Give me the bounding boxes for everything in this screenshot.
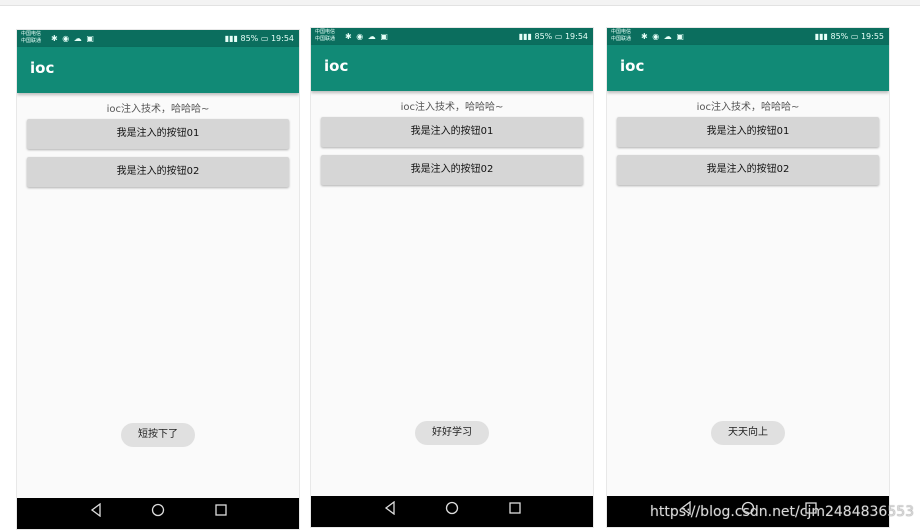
recents-icon[interactable]	[209, 503, 233, 523]
carrier-1: 中国电信	[611, 29, 632, 35]
back-icon[interactable]	[378, 501, 402, 521]
toast-message: 好好学习	[415, 421, 489, 445]
status-bar: 中国电信 中国联通 ✱ ◉ ☁ ▣ ▮▮▮ 85% ▭ 19:54	[311, 28, 593, 45]
carrier-labels: 中国电信 中国联通	[611, 29, 631, 43]
clock: 19:54	[270, 34, 294, 43]
nav-bar	[311, 496, 593, 527]
carrier-2: 中国联通	[21, 38, 42, 44]
subtitle-text: ioc注入技术，哈哈哈~	[106, 104, 210, 115]
app-bar: ioc	[311, 45, 593, 91]
inject-button-01[interactable]: 我是注入的按钮01	[321, 117, 583, 147]
inject-button-02[interactable]: 我是注入的按钮02	[27, 157, 289, 187]
carrier-2: 中国联通	[611, 36, 632, 42]
app-title: ioc	[324, 57, 349, 75]
watermark-url: https://blog.csdn.net/cjm2484836553	[650, 504, 915, 520]
battery-icon: ▭	[260, 34, 269, 43]
signal-icon: ▮▮▮	[814, 32, 828, 41]
back-icon[interactable]	[84, 503, 108, 523]
clock: 19:54	[564, 32, 588, 41]
inject-button-01[interactable]: 我是注入的按钮01	[27, 119, 289, 149]
app-title: ioc	[30, 59, 55, 77]
battery-icon: ▭	[850, 32, 859, 41]
app-bar: ioc	[607, 45, 889, 91]
subtitle-text: ioc注入技术，哈哈哈~	[696, 102, 800, 113]
carrier-labels: 中国电信 中国联通	[21, 31, 41, 45]
top-divider	[0, 0, 920, 6]
phone-screen-2: 中国电信 中国联通 ✱ ◉ ☁ ▣ ▮▮▮ 85% ▭ 19:54 ioc io…	[311, 28, 593, 527]
battery-level: 85%	[534, 32, 553, 41]
phone-screen-3: 中国电信 中国联通 ✱ ◉ ☁ ▣ ▮▮▮ 85% ▭ 19:55 ioc io…	[607, 28, 889, 527]
home-icon[interactable]	[146, 503, 170, 523]
battery-level: 85%	[830, 32, 849, 41]
status-right: ▮▮▮ 85% ▭ 19:55	[815, 28, 884, 45]
signal-icon: ▮▮▮	[224, 34, 238, 43]
notification-icons: ✱ ◉ ☁ ▣	[345, 32, 389, 41]
carrier-1: 中国电信	[21, 31, 42, 37]
clock: 19:55	[860, 32, 884, 41]
status-bar: 中国电信 中国联通 ✱ ◉ ☁ ▣ ▮▮▮ 85% ▭ 19:55	[607, 28, 889, 45]
subtitle-text: ioc注入技术，哈哈哈~	[400, 102, 504, 113]
toast-message: 天天向上	[711, 421, 785, 445]
app-bar: ioc	[17, 47, 299, 93]
carrier-2: 中国联通	[315, 36, 336, 42]
status-right: ▮▮▮ 85% ▭ 19:54	[225, 30, 294, 47]
carrier-labels: 中国电信 中国联通	[315, 29, 335, 43]
phone-screen-1: 中国电信 中国联通 ✱ ◉ ☁ ▣ ▮▮▮ 85% ▭ 19:54 ioc io…	[17, 30, 299, 529]
nav-bar	[17, 498, 299, 529]
inject-button-02[interactable]: 我是注入的按钮02	[321, 155, 583, 185]
notification-icons: ✱ ◉ ☁ ▣	[51, 34, 95, 43]
app-title: ioc	[620, 57, 645, 75]
status-right: ▮▮▮ 85% ▭ 19:54	[519, 28, 588, 45]
battery-level: 85%	[240, 34, 259, 43]
inject-button-02[interactable]: 我是注入的按钮02	[617, 155, 879, 185]
notification-icons: ✱ ◉ ☁ ▣	[641, 32, 685, 41]
toast-message: 短按下了	[121, 423, 195, 447]
signal-icon: ▮▮▮	[518, 32, 532, 41]
battery-icon: ▭	[554, 32, 563, 41]
inject-button-01[interactable]: 我是注入的按钮01	[617, 117, 879, 147]
home-icon[interactable]	[440, 501, 464, 521]
carrier-1: 中国电信	[315, 29, 336, 35]
status-bar: 中国电信 中国联通 ✱ ◉ ☁ ▣ ▮▮▮ 85% ▭ 19:54	[17, 30, 299, 47]
recents-icon[interactable]	[503, 501, 527, 521]
